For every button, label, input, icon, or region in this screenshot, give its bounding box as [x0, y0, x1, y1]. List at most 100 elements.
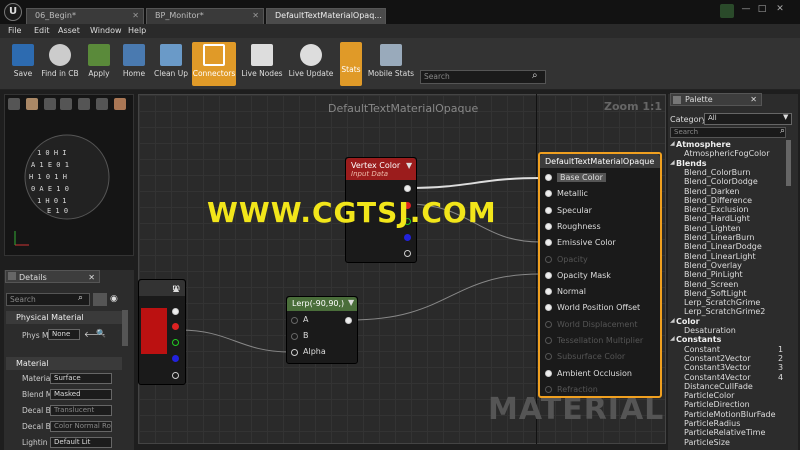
expand-arrow-icon[interactable]: ◢	[670, 140, 675, 147]
palette-item[interactable]: Constant3Vector	[684, 363, 751, 372]
texture-preview	[141, 308, 167, 354]
wire-alpha	[179, 329, 291, 353]
material-input-label: Opacity	[557, 254, 588, 264]
search-icon: ⌕	[780, 126, 786, 136]
material-input-pin[interactable]	[545, 385, 552, 393]
pin-b[interactable]	[172, 355, 179, 362]
material-input-label: Roughness	[557, 221, 601, 231]
material-input-label: Normal	[557, 287, 586, 297]
material-input-pin[interactable]	[545, 255, 552, 263]
pin-label-a: A	[303, 315, 309, 324]
pin-rgb[interactable]	[172, 308, 179, 315]
pin-g[interactable]	[172, 339, 179, 346]
collapse-icon[interactable]: ▲	[173, 284, 179, 293]
material-input-pin[interactable]	[545, 320, 552, 328]
site-watermark: WWW.CGTSJ.COM	[207, 196, 497, 229]
palette-search-input[interactable]: Search	[670, 127, 786, 138]
partial-node[interactable]: m	[138, 279, 186, 385]
material-input-pin[interactable]	[545, 222, 552, 230]
pin-b[interactable]	[404, 234, 411, 241]
expand-arrow-icon[interactable]: ◢	[670, 159, 675, 166]
collapse-icon[interactable]: ▼	[348, 298, 354, 307]
palette-item[interactable]: Blend_Difference	[684, 196, 752, 205]
lerp-title: Lerp(-90,90,)	[287, 297, 357, 311]
material-input-label: Emissive Color	[557, 238, 616, 248]
material-input-pin[interactable]	[545, 206, 552, 214]
palette-item[interactable]: ParticleRelativeTime	[684, 428, 765, 437]
palette-item[interactable]: Blend_LinearLight	[684, 252, 756, 261]
category-select[interactable]: All	[704, 113, 792, 125]
palette-hotkey: 1	[778, 344, 784, 354]
palette-item[interactable]: Blend_PinLight	[684, 270, 743, 279]
palette-item[interactable]: AtmosphericFogColor	[684, 149, 769, 158]
palette-item[interactable]: Lerp_ScratchGrime	[684, 298, 760, 307]
palette-item[interactable]: Blend_LinearDodge	[684, 242, 762, 251]
pin-rgb[interactable]	[404, 185, 411, 192]
expand-arrow-icon[interactable]: ◢	[670, 335, 675, 342]
palette-category[interactable]: Atmosphere	[676, 140, 731, 149]
pin-alpha-input[interactable]	[291, 349, 298, 356]
palette-item[interactable]: ParticleRadius	[684, 419, 740, 428]
vertex-color-title: Vertex Color	[351, 161, 401, 170]
palette-item[interactable]: Blend_ColorDodge	[684, 177, 758, 186]
pin-output[interactable]	[345, 317, 352, 324]
palette-item[interactable]: Blend_Lighten	[684, 224, 741, 233]
palette-item[interactable]: DistanceCullFade	[684, 382, 753, 391]
pin-a-input[interactable]	[291, 317, 298, 324]
material-input-label: World Position Offset	[557, 303, 641, 313]
material-input-pin[interactable]	[545, 369, 552, 377]
palette-item[interactable]: Blend_Overlay	[684, 261, 742, 270]
material-input-pin[interactable]	[545, 271, 552, 279]
palette-tab[interactable]: Palette ✕	[670, 93, 762, 106]
palette-item[interactable]: Blend_LinearBurn	[684, 233, 754, 242]
material-input-pin[interactable]	[545, 337, 552, 344]
material-input-label: Subsurface Color	[557, 352, 626, 362]
vertex-color-subtitle: Input Data	[351, 170, 389, 178]
material-input-label: Ambient Occlusion	[557, 368, 632, 378]
palette-item[interactable]: ParticleMotionBlurFade	[684, 410, 776, 419]
palette-item[interactable]: Blend_Exclusion	[684, 205, 748, 214]
palette-item[interactable]: Blend_SoftLight	[684, 289, 747, 298]
palette-item[interactable]: ParticleSize	[684, 438, 730, 447]
wire-base-color	[407, 177, 541, 189]
palette-category[interactable]: Color	[676, 317, 700, 326]
main-node-title: DefaultTextMaterialOpaque	[540, 154, 660, 168]
palette-item[interactable]: Desaturation	[684, 326, 736, 335]
material-input-label: Base Color	[557, 173, 606, 182]
palette-category[interactable]: Blends	[676, 159, 706, 168]
palette-item[interactable]: ParticleDirection	[684, 400, 750, 409]
pin-label-b: B	[303, 331, 309, 340]
palette-hotkey: 2	[778, 353, 784, 363]
material-input-label: Tessellation Multiplier	[557, 336, 644, 345]
material-input-pin[interactable]	[545, 174, 552, 181]
close-icon[interactable]: ✕	[750, 94, 757, 106]
palette-icon	[673, 96, 681, 104]
pin-b-input[interactable]	[291, 333, 298, 340]
palette-scrollbar[interactable]	[786, 140, 791, 186]
palette-hotkey: 3	[778, 363, 784, 373]
material-input-label: Opacity Mask	[557, 270, 611, 280]
palette-item[interactable]: Blend_ColorBurn	[684, 168, 750, 177]
chevron-down-icon: ▼	[783, 113, 789, 121]
expand-arrow-icon[interactable]: ◢	[670, 317, 675, 324]
material-input-label: Refraction	[557, 384, 598, 394]
pin-a[interactable]	[172, 372, 179, 379]
palette-item[interactable]: Blend_HardLight	[684, 214, 750, 223]
palette-item[interactable]: Constant2Vector	[684, 354, 751, 363]
material-input-label: World Displacement	[557, 319, 638, 329]
palette-item[interactable]: Blend_Screen	[684, 280, 738, 289]
pin-label-alpha: Alpha	[303, 347, 326, 356]
palette-category[interactable]: Constants	[676, 335, 721, 344]
material-input-label: Metallic	[557, 189, 588, 199]
palette-item[interactable]: ParticleColor	[684, 391, 734, 400]
palette-hotkey: 4	[778, 372, 784, 382]
material-input-label: Specular	[557, 205, 592, 215]
palette-item[interactable]: Blend_Darken	[684, 187, 739, 196]
palette-item[interactable]: Constant	[684, 345, 720, 354]
palette-item[interactable]: Lerp_ScratchGrime2	[684, 307, 765, 316]
collapse-icon[interactable]: ▼	[406, 161, 412, 170]
palette-item[interactable]: Constant4Vector	[684, 373, 751, 382]
category-label: Category:	[670, 115, 709, 124]
pin-a[interactable]	[404, 250, 411, 257]
pin-r[interactable]	[172, 323, 179, 330]
